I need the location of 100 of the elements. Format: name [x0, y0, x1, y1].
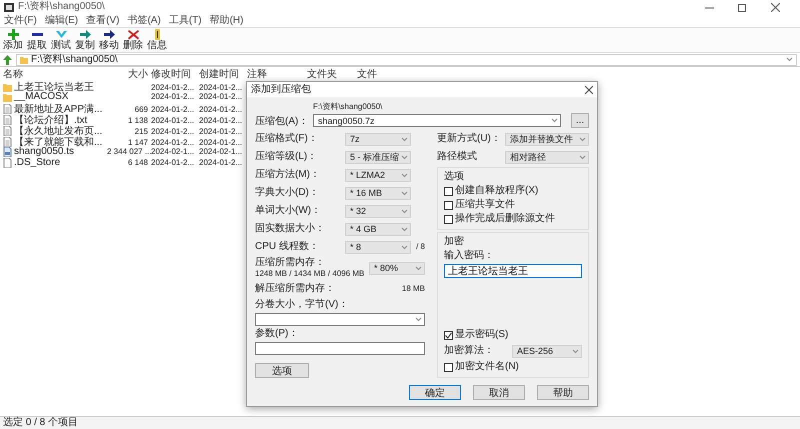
chevron-icon [401, 154, 408, 160]
checkbox[interactable] [444, 362, 453, 372]
table-cell-text: 2024-01-2... [151, 116, 196, 124]
file-name[interactable]: .DS_Store [14, 157, 64, 168]
thread-count: / 8 [415, 242, 425, 252]
checkbox[interactable] [444, 200, 453, 210]
toolbar-button[interactable]: 添加 [2, 29, 24, 51]
split-size-dropdown[interactable] [255, 313, 425, 326]
column-header[interactable]: 修改时间 [151, 67, 199, 81]
table-cell-text: 215 [134, 126, 149, 136]
table-cell-text: 2024-02-1... [151, 147, 196, 156]
column-header[interactable]: 文件 [357, 67, 407, 81]
dropdown[interactable]: * 32 [345, 204, 411, 218]
arrow-right-icon [102, 29, 116, 40]
chevron-icon [579, 154, 586, 160]
dialog-button[interactable]: 确定 [409, 385, 461, 400]
menu-item[interactable]: 文件(F) [4, 14, 37, 26]
table-cell-text: 6 148 [126, 158, 149, 167]
window-title: F:\资料\shang0050\ [18, 1, 105, 13]
chevron-icon [401, 244, 408, 250]
field-label: 输入密码： [444, 250, 495, 262]
dialog-button[interactable]: 取消 [473, 385, 525, 400]
folder-path: F:\资料\shang0050\ [313, 102, 384, 112]
document-icon [3, 104, 12, 114]
toolbar-button[interactable]: 删除 [122, 29, 144, 51]
arrow-right-icon [78, 29, 92, 40]
status-text: 选定 0 / 8 个项目 [3, 417, 78, 429]
column-header[interactable]: 文件夹 [307, 67, 357, 81]
password-field[interactable]: 上老王论坛当老王 [444, 264, 582, 278]
parameters-field[interactable] [255, 342, 425, 355]
table-cell-text: 2024-01-2... [151, 138, 196, 146]
field-label: 压缩包(A)： [255, 116, 310, 128]
checkbox[interactable] [444, 214, 453, 224]
field-label: CPU 线程数： [255, 241, 320, 253]
group-title: 加密 [444, 236, 465, 248]
column-header[interactable]: 注释 [247, 67, 307, 81]
file-name[interactable]: 最新地址及APP满... [14, 102, 106, 116]
checkbox-label: 显示密码(S) [455, 329, 508, 341]
file-name[interactable]: shang0050.ts [14, 146, 78, 157]
file-name[interactable]: 【永久地址发布页... [14, 124, 106, 138]
checkbox-label: 压缩共享文件 [455, 199, 515, 211]
field-label: 压缩等级(L)： [255, 151, 318, 163]
dropdown[interactable]: AES-256 [512, 344, 582, 358]
dropdown[interactable]: 7z [345, 132, 411, 146]
dropdown[interactable]: * LZMA2 [345, 168, 411, 182]
chevron-icon [415, 266, 422, 270]
close-icon[interactable] [771, 2, 780, 12]
table-cell-text: 2024-01-2... [151, 104, 196, 114]
dropdown[interactable]: 5 - 标准压缩 [345, 150, 411, 164]
menu-item[interactable]: 编辑(E) [44, 14, 78, 26]
media-file-icon [3, 146, 12, 156]
toolbar-button[interactable]: 提取 [26, 29, 48, 51]
field-label: 解压缩所需内存： [255, 283, 336, 295]
close-icon[interactable] [585, 86, 593, 94]
table-cell-text: 2024-01-2... [199, 138, 244, 146]
toolbar-button[interactable]: 复制 [74, 29, 96, 51]
toolbar-button[interactable]: 移动 [98, 29, 120, 51]
up-arrow-icon[interactable] [3, 54, 12, 64]
browse-button[interactable]: ... [571, 113, 589, 128]
table-cell-text: 2024-01-2... [199, 158, 244, 167]
menu-item[interactable]: 帮助(H) [210, 14, 244, 26]
checkbox[interactable] [444, 186, 453, 196]
address-path: F:\资料\shang0050\ [31, 54, 118, 66]
document-icon [3, 126, 12, 136]
dialog-title: 添加到压缩包 [251, 84, 311, 96]
file-name[interactable]: 【论坛介绍】.txt [14, 113, 90, 127]
toolbar-button[interactable]: 测试 [50, 29, 72, 51]
close-icon [126, 29, 140, 40]
column-header[interactable]: 名称 [3, 67, 107, 81]
table-cell-text: 2024-01-2... [199, 104, 244, 114]
dropdown[interactable]: * 8 [345, 240, 411, 254]
chevron-icon [401, 226, 408, 232]
chevron-icon [415, 317, 422, 322]
toolbar-button[interactable]: 信息 [146, 29, 168, 51]
chevron-icon [401, 136, 408, 142]
dropdown[interactable]: 添加并替换文件 [505, 132, 589, 146]
menu-item[interactable]: 书签(A) [127, 14, 161, 26]
checkbox[interactable] [444, 330, 453, 340]
menu-item[interactable]: 工具(T) [168, 14, 202, 26]
table-cell-text: 2024-01-2... [151, 82, 196, 92]
address-field[interactable]: F:\资料\shang0050\ [16, 54, 797, 66]
column-header[interactable]: 大小 [107, 67, 151, 81]
archive-name-field[interactable]: shang0050.7z [313, 114, 561, 127]
chevron-down-icon [54, 29, 68, 40]
checkbox-label: 操作完成后删除源文件 [455, 213, 555, 225]
file-name[interactable]: __MACOSX [14, 91, 72, 102]
field-label: 分卷大小，字节(V)： [255, 299, 350, 311]
dialog-button[interactable]: 帮助 [537, 385, 589, 400]
maximize-icon[interactable] [738, 2, 747, 12]
table-cell-text: 1 147 [126, 138, 149, 146]
column-header[interactable]: 创建时间 [199, 67, 247, 81]
menu-item[interactable]: 查看(V) [86, 14, 120, 26]
options-button[interactable]: 选项 [255, 363, 309, 378]
dropdown[interactable]: * 16 MB [345, 186, 411, 200]
dropdown[interactable]: 相对路径 [505, 150, 589, 164]
dropdown[interactable]: * 80% [369, 262, 425, 274]
checkbox-label: 加密文件名(N) [455, 361, 519, 373]
chevron-icon [401, 208, 408, 214]
plus-icon [6, 29, 20, 40]
dropdown[interactable]: * 4 GB [345, 222, 411, 236]
